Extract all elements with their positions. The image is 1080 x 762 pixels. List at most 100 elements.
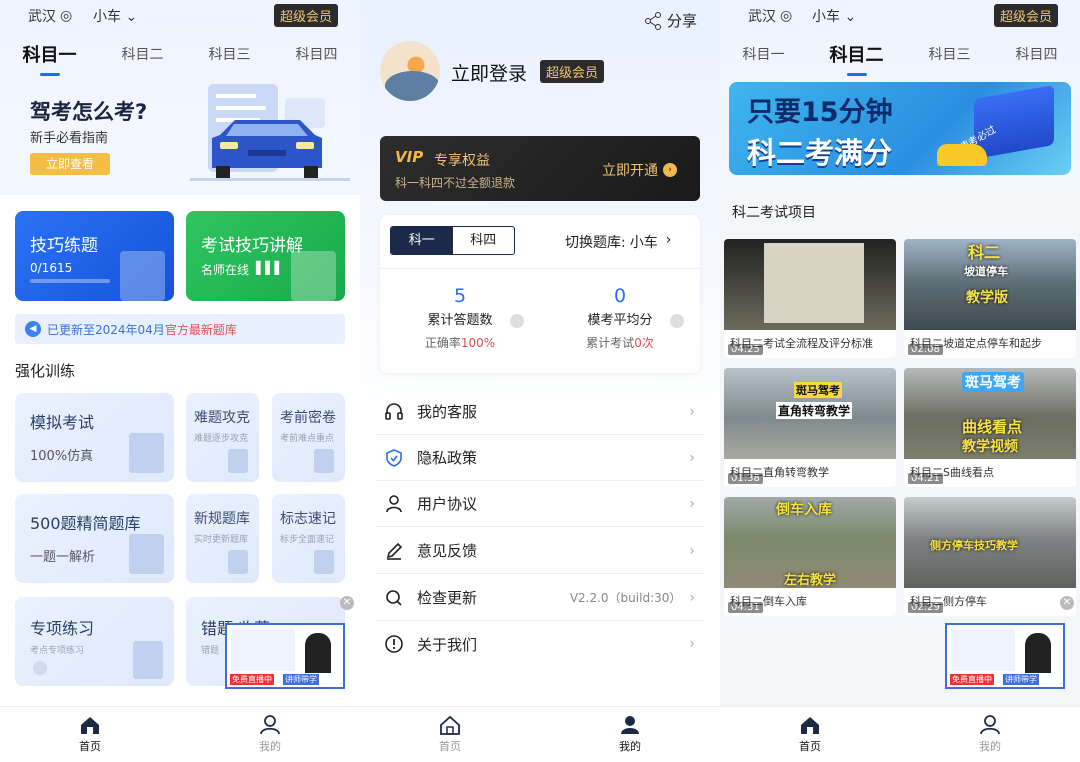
vip-card[interactable]: VIP 专享权益 科一科四不过全额退款 立即开通 › bbox=[380, 136, 700, 201]
guide-banner[interactable]: 驾考怎么考? 新手必看指南 立即查看 bbox=[0, 80, 360, 195]
exam-tips-sub: 名师在线 bbox=[201, 263, 250, 277]
vip-badge[interactable]: 超级会员 bbox=[274, 4, 339, 27]
thumb-overlay-text: 斑马驾考 bbox=[794, 382, 842, 398]
subject-tabs: 科目一 科目二 科目三 科目四 bbox=[720, 39, 1080, 76]
card-sub: 一题一解析 bbox=[30, 550, 96, 565]
exam-tips-tile[interactable]: 考试技巧讲解 名师在线 ▌▌▌ bbox=[186, 211, 345, 301]
menu-privacy-policy[interactable]: 隐私政策 › bbox=[375, 435, 705, 481]
arrow-circle-icon bbox=[510, 314, 524, 328]
skill-progress-text: 0/1615 bbox=[30, 261, 73, 275]
menu-feedback[interactable]: 意见反馈 › bbox=[375, 528, 705, 574]
video-card[interactable]: 斑马驾考 直角转弯教学 01:38 科目二直角转弯教学 bbox=[724, 368, 896, 487]
card-sub: 考前难点重点 bbox=[280, 434, 335, 444]
tab-subject4[interactable]: 科目四 bbox=[1012, 42, 1062, 69]
nav-mine[interactable]: 我的 bbox=[259, 715, 281, 754]
car-type-label: 小车 bbox=[93, 9, 121, 25]
pencil-icon bbox=[383, 540, 405, 562]
arrow-right-circle-icon: › bbox=[663, 163, 677, 177]
shield-icon bbox=[383, 447, 405, 469]
nav-label: 我的 bbox=[259, 740, 281, 753]
chevron-right-icon: › bbox=[689, 542, 695, 559]
banner-subtitle: 新手必看指南 bbox=[30, 131, 109, 146]
stat-sub: 正确率100% bbox=[380, 334, 540, 351]
video-card[interactable]: 斑马驾考 曲线看点 教学视频 04:21 科目二S曲线看点 bbox=[904, 368, 1076, 487]
nav-home[interactable]: 首页 bbox=[799, 715, 821, 754]
segment-subject1[interactable]: 科一 bbox=[391, 227, 453, 254]
document-plus-icon bbox=[133, 641, 163, 679]
user-icon bbox=[260, 715, 280, 735]
chevron-down-icon: ⌄ bbox=[840, 9, 857, 25]
promo-banner[interactable]: 只要15分钟 科二考满分 速考必过 bbox=[729, 82, 1071, 175]
search-icon bbox=[383, 587, 405, 609]
nav-label: 我的 bbox=[979, 740, 1001, 753]
tab-subject2[interactable]: 科目二 bbox=[118, 42, 168, 69]
share-icon bbox=[645, 11, 661, 30]
user-outline-icon bbox=[383, 493, 405, 515]
city-label: 武汉 bbox=[748, 9, 776, 25]
new-rules-card[interactable]: 新规题库 实时更新题库 bbox=[186, 494, 259, 583]
segment-subject4[interactable]: 科四 bbox=[453, 227, 515, 254]
vip-badge[interactable]: 超级会员 bbox=[994, 4, 1059, 27]
books-icon bbox=[129, 534, 164, 574]
vip-title: 专享权益 bbox=[434, 153, 490, 169]
menu-check-update[interactable]: 检查更新 V2.2.0（build:30） › bbox=[375, 575, 705, 621]
close-icon[interactable]: ✕ bbox=[340, 596, 354, 610]
vip-logo: VIP bbox=[395, 148, 424, 166]
view-now-button[interactable]: 立即查看 bbox=[30, 153, 110, 175]
yellow-car-icon bbox=[937, 144, 987, 166]
exam-tips-title: 考试技巧讲解 bbox=[201, 236, 303, 256]
menu-label: 意见反馈 bbox=[417, 542, 478, 560]
city-selector[interactable]: 武汉 ◎ bbox=[748, 6, 792, 26]
skill-practice-tile[interactable]: 技巧练题 0/1615 bbox=[15, 211, 174, 301]
tab-subject1[interactable]: 科目一 bbox=[739, 42, 789, 69]
location-icon: ◎ bbox=[60, 8, 73, 24]
question-bank-500-card[interactable]: 500题精简题库 一题一解析 bbox=[15, 494, 174, 583]
pre-exam-paper-card[interactable]: 考前密卷 考前难点重点 bbox=[272, 393, 345, 482]
nav-mine[interactable]: 我的 bbox=[979, 715, 1001, 754]
live-ad-popup[interactable]: 免费直播中 讲师带学 bbox=[225, 623, 345, 689]
update-notice[interactable]: ◀ 已更新至2024年04月 官方最新题库 bbox=[15, 314, 345, 344]
nav-home[interactable]: 首页 bbox=[439, 715, 461, 754]
card-title: 考前密卷 bbox=[280, 410, 336, 426]
arrow-circle-icon bbox=[670, 314, 684, 328]
tab-subject4[interactable]: 科目四 bbox=[292, 42, 342, 69]
avatar[interactable] bbox=[380, 41, 440, 101]
nav-home[interactable]: 首页 bbox=[79, 715, 101, 754]
switch-bank[interactable]: 切换题库: 小车 › bbox=[565, 232, 671, 252]
tab-subject1[interactable]: 科目一 bbox=[19, 39, 81, 76]
menu-user-agreement[interactable]: 用户协议 › bbox=[375, 481, 705, 527]
nav-label: 首页 bbox=[79, 740, 101, 753]
close-icon[interactable]: ✕ bbox=[1060, 596, 1074, 610]
video-card[interactable]: 04:25 科目二考试全流程及评分标准 bbox=[724, 239, 896, 358]
card-title: 新规题库 bbox=[194, 511, 250, 527]
video-card[interactable]: 侧方停车技巧教学 02:29 科目二侧方停车 bbox=[904, 497, 1076, 616]
card-sub: 考点专项练习 bbox=[30, 646, 85, 656]
video-card[interactable]: 倒车入库 左右教学 04:31 科目二倒车入库 bbox=[724, 497, 896, 616]
special-practice-card[interactable]: 专项练习 考点专项练习 bbox=[15, 597, 174, 686]
headset-icon bbox=[383, 401, 405, 423]
login-link[interactable]: 立即登录 bbox=[451, 59, 527, 86]
skill-progress-bar bbox=[30, 279, 110, 283]
tab-subject3[interactable]: 科目三 bbox=[205, 42, 255, 69]
audio-bars-icon: ▌▌▌ bbox=[256, 261, 284, 275]
share-button[interactable]: 分享 bbox=[644, 10, 697, 31]
switch-label: 切换题库: bbox=[565, 235, 626, 251]
menu-about-us[interactable]: 关于我们 › bbox=[375, 621, 705, 667]
menu-customer-service[interactable]: 我的客服 › bbox=[375, 389, 705, 435]
panel-mine: 分享 立即登录 超级会员 VIP 专享权益 科一科四不过全额退款 立即开通 › 科… bbox=[360, 0, 720, 762]
city-selector[interactable]: 武汉 ◎ bbox=[28, 6, 72, 26]
tab-subject3[interactable]: 科目三 bbox=[925, 42, 975, 69]
tab-subject2[interactable]: 科目二 bbox=[826, 39, 888, 76]
mountain-shape bbox=[385, 71, 440, 101]
nav-mine[interactable]: 我的 bbox=[619, 715, 641, 754]
activate-button[interactable]: 立即开通 › bbox=[602, 160, 677, 180]
hard-questions-card[interactable]: 难题攻克 难题逐步攻克 bbox=[186, 393, 259, 482]
car-type-selector[interactable]: 小车 ⌄ bbox=[812, 6, 856, 26]
mock-exam-card[interactable]: 模拟考试 100%仿真 bbox=[15, 393, 174, 482]
sign-memory-card[interactable]: 标志速记 标步全面速记 bbox=[272, 494, 345, 583]
popup-quiz bbox=[231, 629, 295, 671]
video-card[interactable]: 科二 坡道停车 教学版 02:08 科目二坡道定点停车和起步 bbox=[904, 239, 1076, 358]
popup-teacher-label: 讲师带学 bbox=[1003, 674, 1039, 685]
car-type-selector[interactable]: 小车 ⌄ bbox=[93, 6, 137, 26]
live-ad-popup[interactable]: 免费直播中 讲师带学 bbox=[945, 623, 1065, 689]
